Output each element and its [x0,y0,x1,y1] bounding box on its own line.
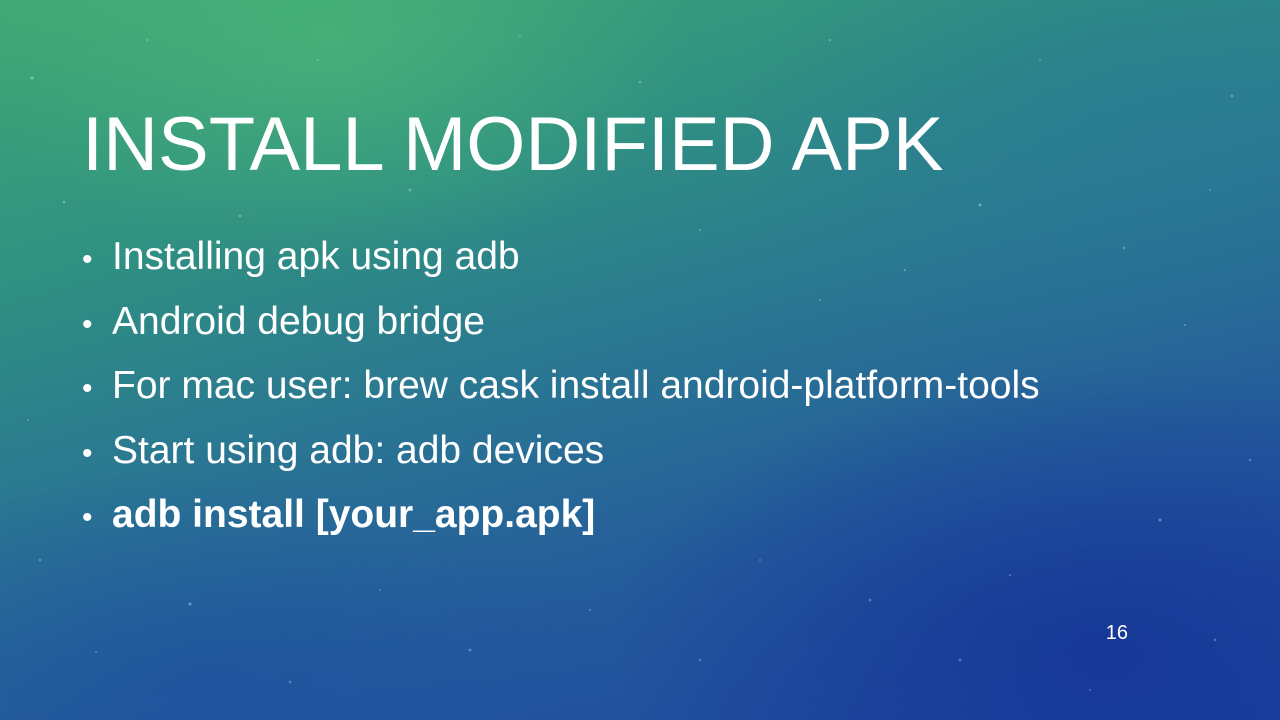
bullet-text: Installing apk using adb [112,235,520,278]
bullet-list: • Installing apk using adb • Android deb… [82,228,1040,551]
bullet-point-icon: • [82,372,93,405]
bullet-item: • Android debug bridge [82,293,1040,358]
bullet-point-icon: • [82,307,93,341]
bullet-item-emphasized: • adb install [your_app.apk] [82,486,1040,551]
bullet-point-icon: • [82,436,93,470]
bullet-text: Android debug bridge [112,299,485,343]
bullet-point-icon: • [82,501,93,534]
slide: INSTALL MODIFIED APK • Installing apk us… [0,0,1280,720]
bullet-text: adb install [your_app.apk] [112,493,596,536]
bullet-item: • For mac user: brew cask install androi… [82,357,1040,422]
bullet-text: Start using adb: adb devices [112,428,605,472]
slide-number: 16 [1105,622,1128,644]
bullet-item: • Start using adb: adb devices [82,422,1040,487]
bullet-item: • Installing apk using adb [82,228,1040,293]
bullet-point-icon: • [82,243,93,276]
bullet-text: For mac user: brew cask install android-… [112,364,1040,407]
slide-title: INSTALL MODIFIED APK [82,102,944,187]
